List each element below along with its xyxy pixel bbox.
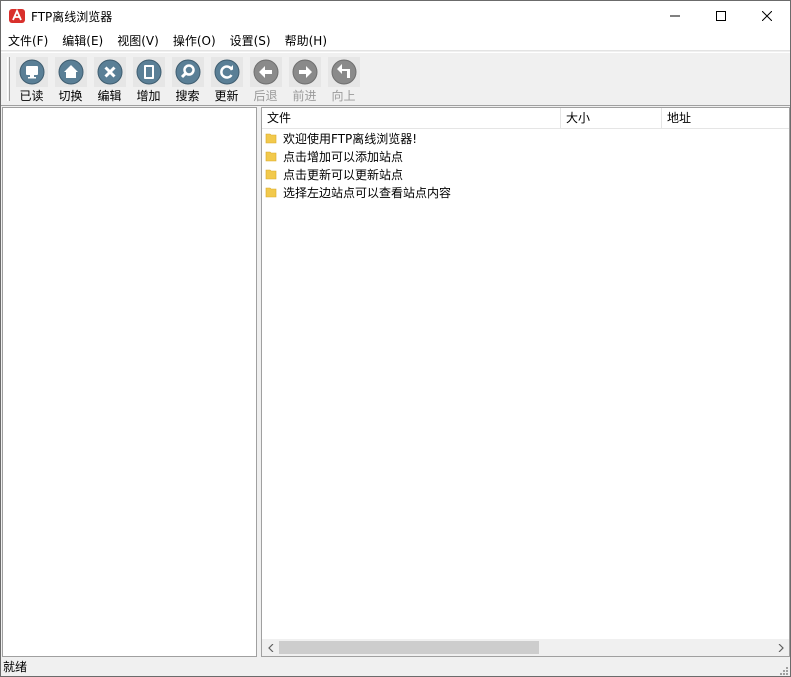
list-item[interactable]: 点击增加可以添加站点	[262, 147, 789, 165]
list-item-label: 选择左边站点可以查看站点内容	[283, 185, 452, 200]
refresh-icon	[214, 59, 239, 85]
list-item-label: 点击更新可以更新站点	[283, 167, 404, 182]
update-label: 更新	[214, 89, 239, 103]
window-title: FTP离线浏览器	[31, 9, 113, 24]
search-icon	[175, 59, 200, 85]
read-button[interactable]: 已读	[12, 53, 51, 103]
maximize-button[interactable]	[698, 1, 744, 31]
switch-label: 切换	[58, 89, 83, 103]
minimize-button[interactable]	[652, 1, 698, 31]
folder-icon	[265, 150, 277, 162]
list-item-label: 点击增加可以添加站点	[283, 149, 404, 164]
close-button[interactable]	[744, 1, 790, 31]
list-item[interactable]: 选择左边站点可以查看站点内容	[262, 183, 789, 201]
minimize-icon	[670, 15, 680, 17]
folder-icon	[265, 168, 277, 180]
list-item[interactable]: 欢迎使用FTP离线浏览器!	[262, 129, 789, 147]
back-label: 后退	[253, 89, 278, 103]
up-arrow-icon	[331, 59, 356, 85]
back-arrow-icon	[253, 59, 278, 85]
file-list: 欢迎使用FTP离线浏览器! 点击增加可以添加站点 点击更新可以更新站点 选择左边…	[262, 129, 789, 201]
folder-icon	[265, 132, 277, 144]
update-button[interactable]: 更新	[207, 53, 246, 103]
switch-button[interactable]: 切换	[51, 53, 90, 103]
add-label: 增加	[136, 89, 161, 103]
scroll-track[interactable]	[279, 639, 772, 656]
add-button[interactable]: 增加	[129, 53, 168, 103]
list-item-label: 欢迎使用FTP离线浏览器!	[283, 131, 418, 146]
title-bar[interactable]: FTP离线浏览器	[1, 1, 790, 31]
chevron-right-icon	[778, 643, 784, 652]
menu-edit[interactable]: 编辑(E)	[55, 31, 110, 51]
edit-label: 编辑	[97, 89, 122, 103]
list-item[interactable]: 点击更新可以更新站点	[262, 165, 789, 183]
site-tree-pane[interactable]	[2, 107, 257, 657]
column-header-file[interactable]: 文件	[262, 108, 561, 129]
document-icon	[136, 59, 161, 85]
maximize-icon	[716, 11, 726, 21]
close-icon	[762, 11, 772, 21]
menu-operate[interactable]: 操作(O)	[166, 31, 223, 51]
app-icon	[9, 8, 25, 24]
column-header-address[interactable]: 地址	[662, 108, 789, 129]
edit-button[interactable]: 编辑	[90, 53, 129, 103]
up-button[interactable]: 向上	[324, 53, 363, 103]
file-list-pane[interactable]: 文件 大小 地址 欢迎使用FTP离线浏览器! 点击增加可以添加站点 点击更新可以…	[261, 107, 790, 657]
search-label: 搜索	[175, 89, 200, 103]
forward-button[interactable]: 前进	[285, 53, 324, 103]
horizontal-scrollbar[interactable]	[262, 639, 789, 656]
toolbar: 已读 切换 编辑 增加 搜索 更新 后退 前进 向上	[1, 52, 790, 106]
monitor-icon	[19, 59, 44, 85]
chevron-left-icon	[267, 643, 273, 652]
up-label: 向上	[331, 89, 356, 103]
app-window: FTP离线浏览器 文件(F) 编辑(E) 视图(V) 操作(O) 设置(S) 帮…	[0, 0, 791, 677]
menu-bar: 文件(F) 编辑(E) 视图(V) 操作(O) 设置(S) 帮助(H)	[1, 31, 790, 51]
scroll-right-button[interactable]	[772, 639, 789, 656]
read-label: 已读	[19, 89, 44, 103]
folder-icon	[265, 186, 277, 198]
menu-file[interactable]: 文件(F)	[1, 31, 55, 51]
list-header: 文件 大小 地址	[262, 108, 789, 129]
resize-grip-icon[interactable]	[777, 663, 789, 675]
menu-settings[interactable]: 设置(S)	[223, 31, 278, 51]
scroll-left-button[interactable]	[262, 639, 279, 656]
menu-view[interactable]: 视图(V)	[110, 31, 166, 51]
close-x-icon	[97, 59, 122, 85]
scroll-thumb[interactable]	[279, 641, 539, 654]
column-header-size[interactable]: 大小	[561, 108, 662, 129]
menu-help[interactable]: 帮助(H)	[278, 31, 334, 51]
home-icon	[58, 59, 83, 85]
status-bar: 就绪	[1, 658, 790, 676]
back-button[interactable]: 后退	[246, 53, 285, 103]
search-button[interactable]: 搜索	[168, 53, 207, 103]
forward-label: 前进	[292, 89, 317, 103]
forward-arrow-icon	[292, 59, 317, 85]
toolbar-grip[interactable]	[7, 57, 10, 101]
status-text: 就绪	[3, 660, 28, 674]
